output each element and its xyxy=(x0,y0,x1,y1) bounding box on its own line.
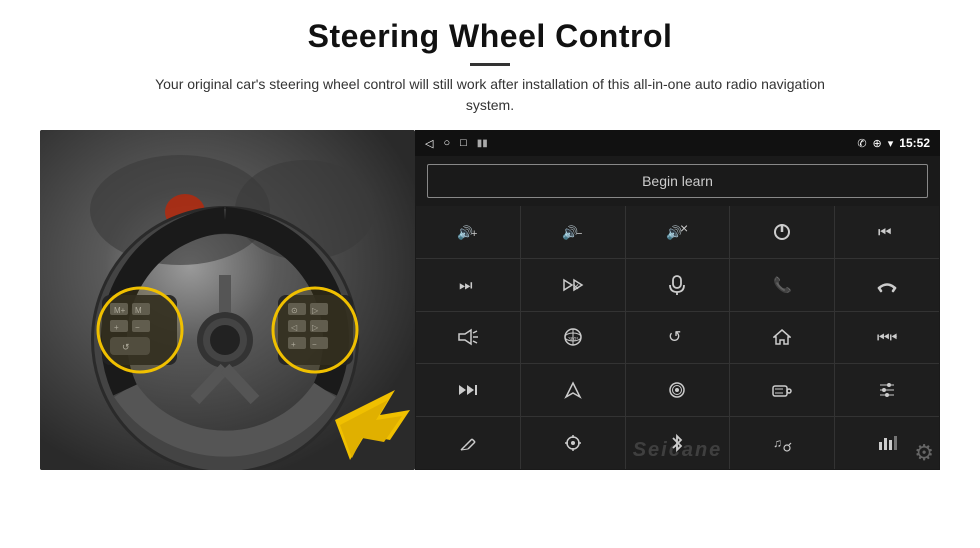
next-button[interactable]: ⏭ xyxy=(416,259,520,311)
svg-text:−: − xyxy=(576,228,582,240)
title-section: Steering Wheel Control Your original car… xyxy=(40,18,940,130)
nav-back-icon[interactable]: ◁ xyxy=(425,137,433,150)
svg-text:♫: ♫ xyxy=(773,436,782,450)
phone-status-icon: ✆ xyxy=(857,137,866,150)
status-bar: ◁ ○ □ ▮▮ ✆ ⊕ ▾ 15:52 xyxy=(415,130,940,156)
begin-learn-row: Begin learn xyxy=(415,156,940,206)
svg-text:⏮⏮: ⏮⏮ xyxy=(877,329,897,345)
svg-text:+: + xyxy=(471,228,477,240)
hang-up-button[interactable] xyxy=(835,259,939,311)
settings-gear-icon[interactable]: ⚙ xyxy=(914,440,934,466)
mute-button[interactable]: 🔊× xyxy=(626,206,730,258)
wifi-status-icon: ▾ xyxy=(888,137,894,150)
begin-learn-button[interactable]: Begin learn xyxy=(427,164,928,198)
eject-button[interactable] xyxy=(626,364,730,416)
page-title: Steering Wheel Control xyxy=(40,18,940,55)
bluetooth-button[interactable] xyxy=(626,417,730,469)
nav-recent-icon[interactable]: □ xyxy=(460,137,467,149)
svg-text:360°: 360° xyxy=(568,337,578,343)
horn-button[interactable] xyxy=(416,312,520,364)
status-bar-right: ✆ ⊕ ▾ 15:52 xyxy=(857,136,930,150)
subtitle-text: Your original car's steering wheel contr… xyxy=(140,74,840,116)
call-button[interactable]: 📞 xyxy=(730,259,834,311)
edit-button[interactable] xyxy=(416,417,520,469)
view-360-button[interactable]: 360° xyxy=(521,312,625,364)
location-status-icon: ⊕ xyxy=(873,137,882,150)
mic-button[interactable] xyxy=(626,259,730,311)
fast-forward-button[interactable] xyxy=(416,364,520,416)
steering-wheel-photo: M+ M + − ↺ ⊙ ▷ ◁ ▷ xyxy=(40,130,415,470)
signal-bars: ▮▮ xyxy=(477,138,488,149)
power-button[interactable] xyxy=(730,206,834,258)
settings2-button[interactable] xyxy=(521,417,625,469)
svg-text:⏭: ⏭ xyxy=(459,277,473,294)
back-button[interactable]: ↺ xyxy=(626,312,730,364)
rewind-button[interactable]: ⏮⏮ xyxy=(835,312,939,364)
controls-grid: 🔊+ 🔊− 🔊× ⏮ ⏭ xyxy=(416,206,939,469)
svg-text:↺: ↺ xyxy=(668,329,681,346)
status-bar-left: ◁ ○ □ ▮▮ xyxy=(425,137,488,150)
clock: 15:52 xyxy=(899,136,930,150)
title-divider xyxy=(470,63,510,66)
svg-text:⏮: ⏮ xyxy=(878,224,892,241)
radio-button[interactable] xyxy=(730,364,834,416)
android-head-unit: ◁ ○ □ ▮▮ ✆ ⊕ ▾ 15:52 Begin learn xyxy=(415,130,940,470)
svg-text:×: × xyxy=(680,223,688,236)
content-row: M+ M + − ↺ ⊙ ▷ ◁ ▷ xyxy=(40,130,940,470)
home-button[interactable] xyxy=(730,312,834,364)
nav-home-icon[interactable]: ○ xyxy=(443,137,450,149)
svg-text:📞: 📞 xyxy=(773,275,792,294)
skip-forward-button[interactable]: ✕ xyxy=(521,259,625,311)
music-settings-button[interactable]: ♫ xyxy=(730,417,834,469)
page-container: Steering Wheel Control Your original car… xyxy=(0,0,980,548)
vol-up-button[interactable]: 🔊+ xyxy=(416,206,520,258)
vol-down-button[interactable]: 🔊− xyxy=(521,206,625,258)
navigate-button[interactable] xyxy=(521,364,625,416)
eq-button[interactable] xyxy=(835,364,939,416)
prev-track-button[interactable]: ⏮ xyxy=(835,206,939,258)
